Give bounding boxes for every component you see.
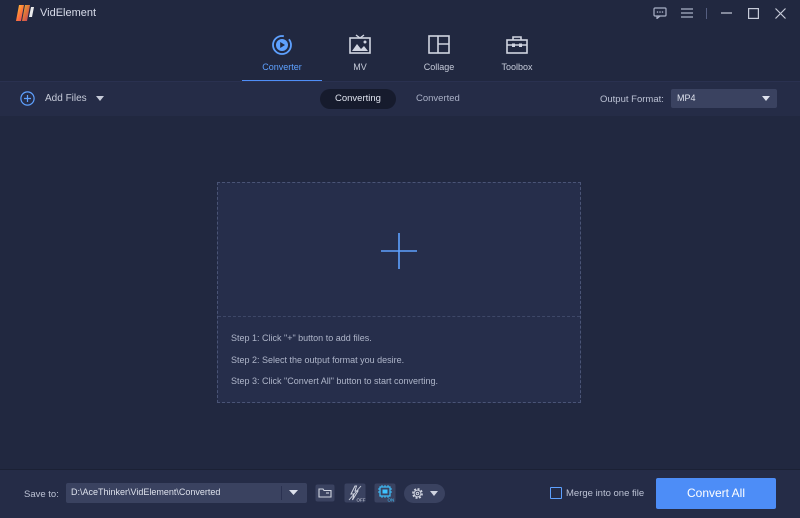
- add-plus-icon[interactable]: [381, 233, 417, 269]
- output-format-select[interactable]: MP4: [671, 89, 777, 108]
- feedback-icon[interactable]: [648, 4, 671, 22]
- window-controls-divider: [706, 7, 707, 19]
- mv-icon: [349, 34, 371, 54]
- settings-button[interactable]: [404, 484, 445, 503]
- minimize-icon[interactable]: [715, 4, 738, 22]
- window-controls: [644, 4, 792, 22]
- tab-mv[interactable]: MV: [320, 26, 400, 82]
- add-files-button[interactable]: Add Files: [20, 91, 104, 106]
- app-logo-icon: [16, 5, 34, 21]
- output-format-value: MP4: [677, 93, 696, 103]
- chevron-down-icon[interactable]: [95, 96, 104, 101]
- output-format-label: Output Format:: [600, 94, 664, 105]
- folder-icon: [315, 484, 335, 502]
- hardware-acceleration-status: OFF: [357, 498, 366, 503]
- step-2-text: Step 2: Select the output format you des…: [231, 355, 405, 365]
- chevron-down-icon: [430, 491, 438, 496]
- step-1-text: Step 1: Click "+" button to add files.: [231, 333, 372, 343]
- merge-checkbox[interactable]: [550, 487, 562, 499]
- hardware-acceleration-button[interactable]: OFF: [344, 483, 366, 503]
- lightning-off-icon: OFF: [344, 483, 366, 503]
- drop-zone-divider: [218, 316, 580, 317]
- gpu-acceleration-button[interactable]: ON: [374, 483, 396, 503]
- close-icon[interactable]: [769, 4, 792, 22]
- merge-label: Merge into one file: [566, 487, 645, 499]
- main-tabs: Converter MV Collage Toolbox: [0, 26, 800, 82]
- maximize-icon[interactable]: [742, 4, 765, 22]
- subtab-converting[interactable]: Converting: [320, 89, 396, 109]
- title-bar: VidElement: [0, 0, 800, 26]
- convert-all-button[interactable]: Convert All: [656, 478, 776, 509]
- subtab-converted[interactable]: Converted: [401, 89, 475, 109]
- toolbar: Add Files Converting Converted Output Fo…: [0, 82, 800, 116]
- app-title: VidElement: [40, 7, 97, 19]
- drop-zone[interactable]: Step 1: Click "+" button to add files. S…: [217, 182, 581, 403]
- bottom-bar: Save to: D:\AceThinker\VidElement\Conver…: [0, 469, 800, 518]
- chevron-down-icon[interactable]: [289, 490, 298, 495]
- gear-icon: [412, 488, 423, 499]
- save-path-select[interactable]: D:\AceThinker\VidElement\Converted: [66, 483, 307, 503]
- tab-collage[interactable]: Collage: [399, 26, 479, 82]
- save-path-divider: [281, 486, 282, 500]
- converter-icon: [272, 35, 292, 55]
- menu-icon[interactable]: [675, 4, 698, 22]
- add-circle-icon: [20, 91, 35, 106]
- gpu-chip-icon: ON: [374, 483, 396, 503]
- add-files-label: Add Files: [45, 93, 87, 104]
- collage-icon: [428, 35, 450, 54]
- tab-toolbox[interactable]: Toolbox: [477, 26, 557, 82]
- open-folder-button[interactable]: [314, 483, 336, 503]
- gpu-acceleration-status: ON: [388, 498, 395, 503]
- toolbox-icon: [506, 36, 528, 54]
- tab-converter[interactable]: Converter: [242, 26, 322, 82]
- tab-label: Collage: [423, 62, 455, 72]
- step-3-text: Step 3: Click "Convert All" button to st…: [231, 376, 438, 386]
- tab-label: MV: [353, 62, 367, 72]
- chevron-down-icon: [762, 96, 770, 101]
- save-path-value: D:\AceThinker\VidElement\Converted: [71, 487, 221, 497]
- save-to-label: Save to:: [24, 489, 59, 500]
- merge-option[interactable]: Merge into one file: [550, 487, 644, 499]
- tab-label: Converter: [262, 62, 302, 72]
- tab-label: Toolbox: [501, 62, 533, 72]
